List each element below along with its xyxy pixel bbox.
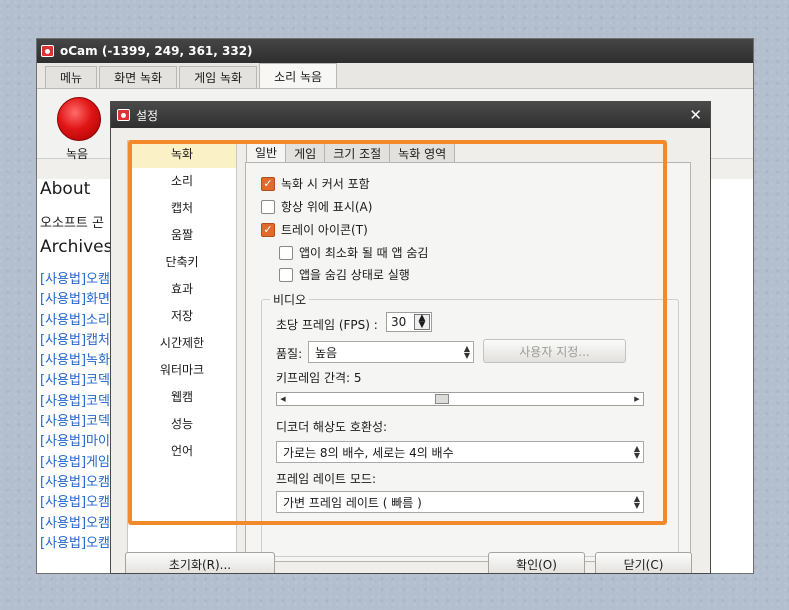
settings-tab-bar: 일반 게임 크기 조절 녹화 영역 <box>246 140 456 163</box>
updown-arrow-icon: ▲ ▼ <box>633 494 640 510</box>
blog-archives-heading: Archives <box>40 237 113 257</box>
checkbox-unchecked-icon[interactable] <box>279 267 293 282</box>
updown-arrow-icon: ▲ ▼ <box>463 344 470 360</box>
archive-link[interactable]: [사용법]게임 <box>40 453 110 473</box>
general-settings-panel: ✓ 녹화 시 커서 포함 항상 위에 표시(A) ✓ 트레이 아이콘(T) 앱이… <box>245 162 691 562</box>
video-group-title: 비디오 <box>270 291 310 308</box>
archive-link[interactable]: [사용법]코덱 <box>40 392 110 412</box>
decoder-compat-label: 디코더 해상도 호환성: <box>276 420 388 434</box>
updown-arrow-icon: ▲ ▼ <box>633 444 640 460</box>
archive-link[interactable]: [사용법]녹화 <box>40 351 110 371</box>
tab-record-area[interactable]: 녹화 영역 <box>389 142 456 163</box>
archive-link[interactable]: [사용법]마이 <box>40 432 110 452</box>
ocam-titlebar: oCam (-1399, 249, 361, 332) <box>37 39 753 63</box>
blog-about-heading: About <box>40 179 91 199</box>
reset-button[interactable]: 초기화(R)... <box>125 552 275 573</box>
category-webcam[interactable]: 웹캠 <box>128 384 236 411</box>
custom-quality-button[interactable]: 사용자 지정... <box>483 339 626 363</box>
tab-menu[interactable]: 메뉴 <box>45 66 98 88</box>
always-on-top-label: 항상 위에 표시(A) <box>281 200 373 214</box>
checkbox-unchecked-icon[interactable] <box>261 199 275 214</box>
keyframe-interval-label: 키프레임 간격: 5 <box>276 371 362 385</box>
hide-when-minimized-option[interactable]: 앱이 최소화 될 때 앱 숨김 <box>279 244 428 261</box>
decoder-compat-value: 가로는 8의 배수, 세로는 4의 배수 <box>283 445 454 460</box>
archive-link[interactable]: [사용법]소리 <box>40 311 110 331</box>
category-gif[interactable]: 움짤 <box>128 222 236 249</box>
scroll-right-icon[interactable]: ▶ <box>631 393 643 405</box>
fps-value: 30 <box>391 315 407 329</box>
archive-link[interactable]: [사용법]화면 <box>40 290 110 310</box>
always-on-top-option[interactable]: 항상 위에 표시(A) <box>261 198 372 215</box>
scroll-left-icon[interactable]: ◀ <box>277 393 289 405</box>
category-recording[interactable]: 녹화 <box>128 141 236 168</box>
tab-screen-record[interactable]: 화면 녹화 <box>99 66 178 88</box>
tab-resize[interactable]: 크기 조절 <box>324 142 391 163</box>
blog-subtitle: 오소프트 곤 <box>40 216 104 231</box>
checkbox-unchecked-icon[interactable] <box>279 245 293 260</box>
record-label: 녹음 <box>66 147 89 161</box>
blog-archive-list: [사용법]오캠 [사용법]화면 [사용법]소리 [사용법]캡처 [사용법]녹화 … <box>40 270 110 554</box>
archive-link[interactable]: [사용법]캡처 <box>40 331 110 351</box>
fps-label: 초당 프레임 (FPS) : <box>276 318 378 332</box>
ocam-tab-bar: 메뉴 화면 녹화 게임 녹화 소리 녹음 <box>37 63 753 89</box>
tray-icon-option[interactable]: ✓ 트레이 아이콘(T) <box>261 221 368 238</box>
tab-sound-record[interactable]: 소리 녹음 <box>259 63 338 88</box>
settings-app-icon <box>117 109 130 121</box>
archive-link[interactable]: [사용법]오캠 <box>40 270 110 290</box>
framerate-mode-value: 가변 프레임 레이트 ( 빠름 ) <box>283 495 422 510</box>
settings-category-list: 녹화 소리 캡처 움짤 단축키 효과 저장 시간제한 워터마크 웹캠 성능 언어 <box>127 140 237 560</box>
record-button[interactable] <box>57 97 101 141</box>
tray-icon-label: 트레이 아이콘(T) <box>281 223 368 237</box>
run-hidden-label: 앱을 숨김 상태로 실행 <box>299 268 410 282</box>
run-hidden-option[interactable]: 앱을 숨김 상태로 실행 <box>279 266 410 283</box>
quality-value: 높음 <box>315 345 338 360</box>
close-button[interactable]: 닫기(C) <box>595 552 692 573</box>
category-time-limit[interactable]: 시간제한 <box>128 330 236 357</box>
archive-link[interactable]: [사용법]코덱 <box>40 412 110 432</box>
category-hotkeys[interactable]: 단축키 <box>128 249 236 276</box>
category-effects[interactable]: 효과 <box>128 276 236 303</box>
slider-thumb[interactable] <box>435 394 449 404</box>
quality-select[interactable]: 높음 ▲ ▼ <box>308 341 474 363</box>
archive-link[interactable]: [사용법]오캠 <box>40 514 110 534</box>
checkbox-checked-icon[interactable]: ✓ <box>261 176 275 191</box>
category-capture[interactable]: 캡처 <box>128 195 236 222</box>
category-save[interactable]: 저장 <box>128 303 236 330</box>
include-cursor-option[interactable]: ✓ 녹화 시 커서 포함 <box>261 175 370 192</box>
category-watermark[interactable]: 워터마크 <box>128 357 236 384</box>
close-icon[interactable]: ✕ <box>689 106 702 124</box>
category-performance[interactable]: 성능 <box>128 411 236 438</box>
ok-button[interactable]: 확인(O) <box>488 552 585 573</box>
archive-link[interactable]: [사용법]오캠 <box>40 493 110 513</box>
quality-label: 품질: <box>276 347 303 361</box>
framerate-mode-select[interactable]: 가변 프레임 레이트 ( 빠름 ) ▲ ▼ <box>276 491 644 513</box>
fps-spinbox[interactable]: 30 ▲ ▼ <box>386 312 432 332</box>
decoder-compat-select[interactable]: 가로는 8의 배수, 세로는 4의 배수 ▲ ▼ <box>276 441 644 463</box>
hide-when-minimized-label: 앱이 최소화 될 때 앱 숨김 <box>299 246 429 260</box>
settings-title: 설정 <box>136 108 159 123</box>
archive-link[interactable]: [사용법]오캠 <box>40 473 110 493</box>
ocam-app-icon <box>41 45 54 57</box>
settings-titlebar: 설정 ✕ <box>111 102 710 128</box>
category-language[interactable]: 언어 <box>128 438 236 465</box>
ocam-title-text: oCam (-1399, 249, 361, 332) <box>60 44 253 58</box>
tab-general[interactable]: 일반 <box>246 140 287 163</box>
tab-game-record[interactable]: 게임 녹화 <box>179 66 258 88</box>
archive-link[interactable]: [사용법]오캠 <box>40 534 110 554</box>
include-cursor-label: 녹화 시 커서 포함 <box>281 177 370 191</box>
archive-link[interactable]: [사용법]코덱 <box>40 371 110 391</box>
settings-dialog: 설정 ✕ 녹화 소리 캡처 움짤 단축키 효과 저장 시간제한 워터마크 웹캠 … <box>110 101 711 574</box>
category-sound[interactable]: 소리 <box>128 168 236 195</box>
keyframe-slider[interactable]: ◀ ▶ <box>276 392 644 406</box>
spin-arrows-icon[interactable]: ▲ ▼ <box>414 314 430 330</box>
tab-game[interactable]: 게임 <box>285 142 326 163</box>
framerate-mode-label: 프레임 레이트 모드: <box>276 472 376 486</box>
checkbox-checked-icon[interactable]: ✓ <box>261 222 275 237</box>
